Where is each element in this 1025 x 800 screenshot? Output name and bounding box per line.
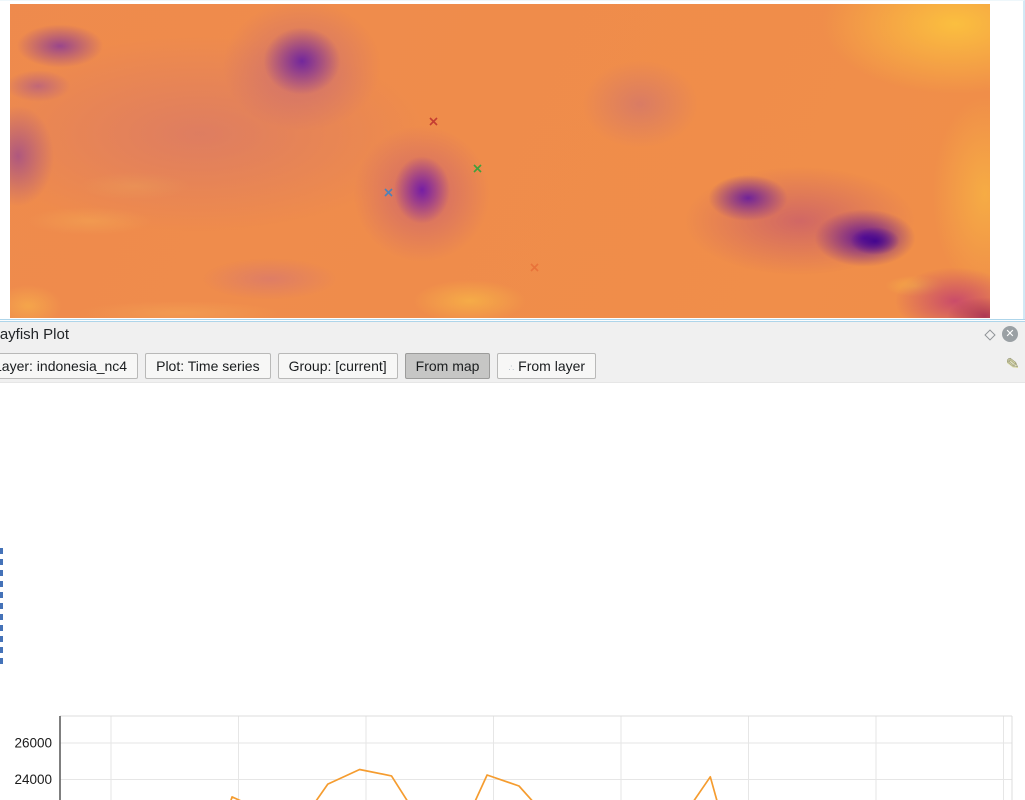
plot-type-button[interactable]: Plot: Time series [145, 353, 270, 379]
from-layer-icon: ∴ [508, 363, 515, 373]
time-series-chart: 2600024000220002000018000160001400012000… [0, 704, 1025, 800]
y-axis-title-clipped [0, 548, 3, 668]
map-marker-orange-point [530, 259, 539, 268]
panel-titlebar[interactable]: Crayfish Plot ✕ [0, 322, 1025, 349]
application-window: Crayfish Plot ✕ Layer: indonesia_nc4 Plo… [0, 0, 1025, 800]
raster-layer-indonesia [10, 4, 990, 318]
float-panel-icon[interactable] [984, 329, 995, 340]
plot-toolbar: Layer: indonesia_nc4 Plot: Time series G… [0, 349, 1025, 383]
map-canvas[interactable] [0, 0, 1025, 319]
map-marker-green-point [473, 160, 482, 169]
crayfish-plot-panel: Crayfish Plot ✕ Layer: indonesia_nc4 Plo… [0, 319, 1025, 800]
group-select-button[interactable]: Group: [current] [278, 353, 398, 379]
pencil-cursor-icon: ✎ [1004, 353, 1020, 375]
map-marker-red-point [429, 113, 438, 122]
y-tick-label: 26000 [14, 736, 52, 751]
map-marker-blue-point [384, 184, 393, 193]
from-layer-button[interactable]: ∴From layer [497, 353, 596, 379]
chart-canvas: 2600024000220002000018000160001400012000… [0, 704, 1025, 800]
y-tick-label: 24000 [14, 772, 52, 787]
close-panel-icon[interactable]: ✕ [1002, 326, 1018, 342]
from-map-button[interactable]: From map [405, 353, 491, 379]
layer-select-button[interactable]: Layer: indonesia_nc4 [0, 353, 138, 379]
panel-title: Crayfish Plot [0, 326, 69, 343]
